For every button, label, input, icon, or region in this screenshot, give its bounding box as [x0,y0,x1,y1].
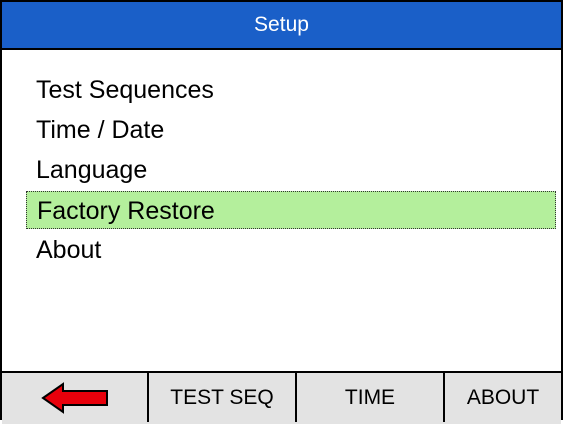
menu-item-factory-restore[interactable]: Factory Restore [26,191,556,229]
menu-item-test-sequences[interactable]: Test Sequences [26,71,556,109]
about-button[interactable]: ABOUT [445,373,561,422]
device-screen: Setup Test Sequences Time / Date Languag… [0,0,563,424]
setup-menu: Test Sequences Time / Date Language Fact… [2,48,561,373]
menu-item-about[interactable]: About [26,231,556,269]
time-button[interactable]: TIME [297,373,445,422]
test-seq-button[interactable]: TEST SEQ [149,373,297,422]
menu-item-time-date[interactable]: Time / Date [26,111,556,149]
menu-item-language[interactable]: Language [26,151,556,189]
page-title: Setup [2,2,561,48]
softkey-bar: TEST SEQ TIME ABOUT [2,371,561,424]
back-button[interactable] [2,373,149,422]
left-arrow-icon [40,381,109,414]
